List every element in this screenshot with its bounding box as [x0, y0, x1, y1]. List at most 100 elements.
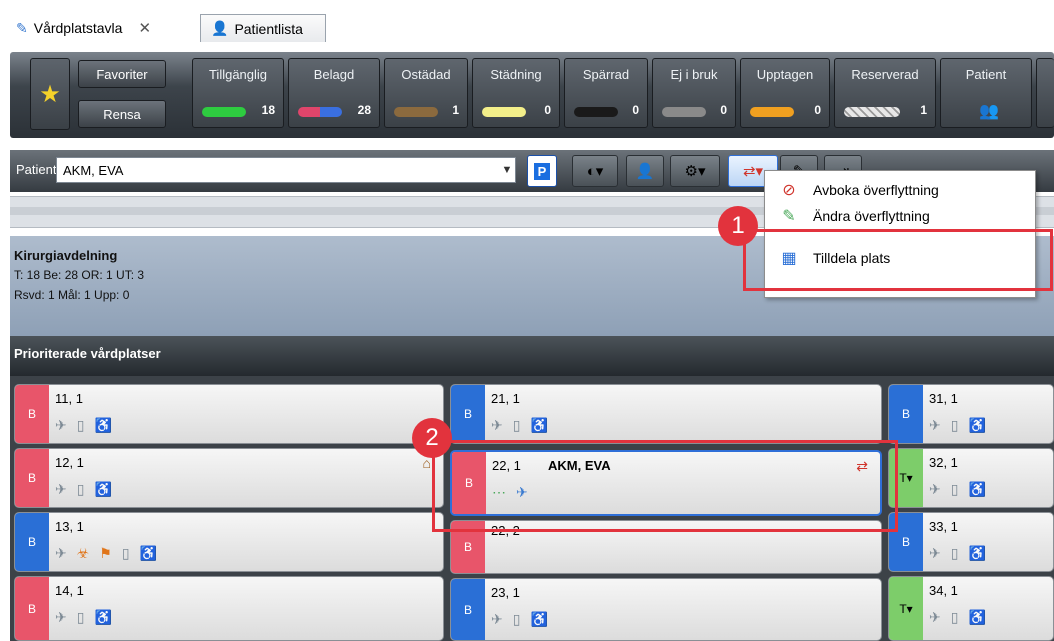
filter-count: 0	[544, 103, 551, 117]
status-swatch	[202, 107, 246, 117]
bed-number: 34, 1	[929, 583, 958, 598]
department-name: Kirurgiavdelning	[14, 248, 118, 263]
bed-number: 31, 1	[929, 391, 958, 406]
tab-label: Vårdplatstavla	[33, 20, 123, 36]
cancel-icon: ⊘	[782, 182, 796, 199]
priority-header: Prioriterade vårdplatser	[10, 336, 1054, 376]
bed-card[interactable]: T▾ 34, 1 ✈ ▯ ♿	[888, 576, 1054, 641]
drip-icon: ▯	[950, 545, 959, 561]
bed-status-tag: B	[15, 385, 49, 443]
filter-count: 18	[261, 103, 275, 117]
person-action-button[interactable]: 👤	[626, 155, 664, 187]
bed-card[interactable]: B 12, 1 ⌂ ✈ ▯ ♿	[14, 448, 444, 508]
bed-icon: ✈	[55, 417, 67, 433]
drip-icon: ▯	[76, 609, 85, 625]
chevron-down-icon[interactable]: ▼	[497, 157, 517, 183]
status-swatch	[394, 107, 438, 117]
wheelchair-icon: ♿	[968, 609, 986, 625]
tab-patientlista[interactable]: 👤 Patientlista	[200, 14, 326, 42]
bed-icons: ✈ ▯ ♿	[55, 609, 112, 626]
status-swatch	[298, 107, 342, 117]
filter-more[interactable]	[1036, 58, 1054, 128]
filter-stadning[interactable]: Städning 0	[472, 58, 560, 128]
bed-card[interactable]: B 11, 1 ✈ ▯ ♿	[14, 384, 444, 444]
globe-dropdown-button[interactable]: ◐▾	[572, 155, 618, 187]
edit-icon: ✎	[782, 208, 796, 225]
bed-card[interactable]: B 33, 1 ✈ ▯ ♿	[888, 512, 1054, 572]
star-icon[interactable]: ★	[30, 58, 70, 130]
bed-icon: ✈	[929, 545, 941, 561]
filter-count: 1	[452, 103, 459, 117]
bed-icons: ✈ ▯ ♿	[929, 417, 986, 434]
bed-card[interactable]: B 31, 1 ✈ ▯ ♿	[888, 384, 1054, 444]
menu-item-avboka[interactable]: ⊘ Avboka överflyttning	[765, 175, 1035, 205]
bed-icon: ✈	[55, 545, 67, 561]
clear-button[interactable]: Rensa	[78, 100, 166, 128]
filter-sparrad[interactable]: Spärrad 0	[564, 58, 648, 128]
patient-combobox[interactable]: AKM, EVA	[56, 157, 516, 183]
filter-ostadad[interactable]: Ostädad 1	[384, 58, 468, 128]
tab-bar: ✎ Vårdplatstavla ✕ 👤 Patientlista	[0, 0, 1054, 44]
patient-label: Patient	[16, 162, 57, 177]
bed-card[interactable]: B 21, 1 ✈ ▯ ♿	[450, 384, 882, 444]
flag-icon: ⚑	[99, 545, 112, 561]
bed-icon: ✈	[491, 417, 503, 433]
person-icon: 👤	[211, 20, 229, 36]
bed-number: 14, 1	[55, 583, 84, 598]
filter-label: Reserverad	[851, 67, 919, 82]
bed-card[interactable]: T▾ 32, 1 ✈ ▯ ♿	[888, 448, 1054, 508]
step-badge-1: 1	[718, 206, 758, 246]
status-swatch	[662, 107, 706, 117]
filter-upptagen[interactable]: Upptagen 0	[740, 58, 830, 128]
drip-icon: ▯	[76, 417, 85, 433]
filter-belagd[interactable]: Belagd 28	[288, 58, 380, 128]
filter-label: Städning	[490, 67, 542, 82]
bed-icons: ✈ ▯ ♿	[491, 417, 548, 434]
bed-status-tag: B	[15, 449, 49, 507]
status-swatch	[574, 107, 618, 117]
filter-ej-i-bruk[interactable]: Ej i bruk 0	[652, 58, 736, 128]
bed-icons: ✈ ▯ ♿	[55, 481, 112, 498]
menu-item-andra[interactable]: ✎ Ändra överflyttning	[765, 205, 1035, 227]
filter-label: Ostädad	[401, 67, 451, 82]
filter-count: 0	[632, 103, 639, 117]
filter-count: 1	[920, 103, 927, 117]
filter-count: 0	[814, 103, 821, 117]
bed-card[interactable]: B 13, 1 ✈ ☣ ⚑ ▯ ♿	[14, 512, 444, 572]
filter-count: 0	[720, 103, 727, 117]
filter-count: 28	[357, 103, 371, 117]
filter-patient[interactable]: Patient 👥	[940, 58, 1032, 128]
bed-status-tag: B	[15, 513, 49, 571]
wheelchair-icon: ♿	[94, 609, 112, 625]
status-swatch	[844, 107, 900, 117]
bed-card[interactable]: B 14, 1 ✈ ▯ ♿	[14, 576, 444, 641]
bed-icons: ✈ ▯ ♿	[55, 417, 112, 434]
bed-status-tag: T▾	[889, 577, 923, 640]
bed-icon: ✈	[929, 609, 941, 625]
bed-number: 13, 1	[55, 519, 84, 534]
bed-number: 33, 1	[929, 519, 958, 534]
favorites-button[interactable]: Favoriter	[78, 60, 166, 88]
wheelchair-icon: ♿	[530, 417, 548, 433]
bed-status-tag: B	[15, 577, 49, 640]
patients-icon: 👥	[979, 103, 999, 120]
bed-status-tag: B	[451, 385, 485, 443]
drip-icon: ▯	[76, 481, 85, 497]
bed-card[interactable]: B 23, 1 ✈ ▯ ♿	[450, 578, 882, 641]
p-button[interactable]: P	[527, 155, 557, 187]
filter-tillganglig[interactable]: Tillgänglig 18	[192, 58, 284, 128]
drip-icon: ▯	[950, 609, 959, 625]
wheelchair-icon: ♿	[530, 611, 548, 627]
close-icon[interactable]: ✕	[138, 19, 151, 37]
wheelchair-icon: ♿	[139, 545, 158, 561]
person-icon: 👤	[635, 163, 655, 180]
tab-vardplatstavla[interactable]: ✎ Vårdplatstavla ✕	[6, 14, 206, 42]
bed-icons: ✈ ▯ ♿	[929, 545, 986, 562]
filter-reserverad[interactable]: Reserverad 1	[834, 58, 936, 128]
biohazard-icon: ☣	[76, 545, 90, 561]
bed-icon: ✈	[55, 481, 67, 497]
bed-icons: ✈ ▯ ♿	[929, 609, 986, 626]
department-stats-line1: T: 18 Be: 28 OR: 1 UT: 3	[14, 268, 145, 282]
settings-dropdown-button[interactable]: ⚙▾	[670, 155, 720, 187]
menu-item-label: Avboka överflyttning	[813, 182, 939, 198]
